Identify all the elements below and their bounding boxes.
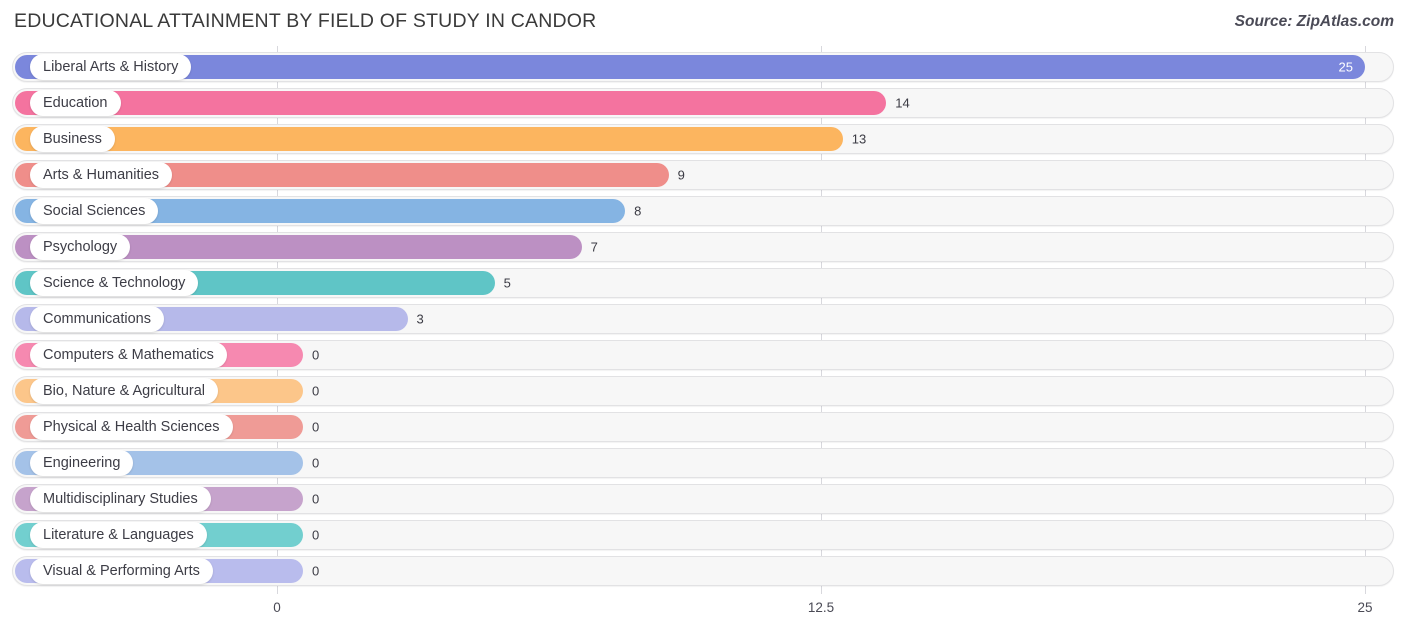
category-label: Science & Technology (43, 274, 186, 291)
category-label-pill: Computers & Mathematics (30, 342, 227, 368)
category-label: Visual & Performing Arts (43, 562, 200, 579)
chart-row[interactable]: 9 Arts & Humanities (12, 160, 1394, 190)
bar-value-label: 0 (312, 527, 320, 543)
category-label-pill: Engineering (30, 450, 134, 476)
category-label-pill: Communications (30, 306, 164, 332)
chart-row[interactable]: 5 Science & Technology (12, 268, 1394, 298)
bar-value-label: 0 (312, 347, 320, 363)
category-label-pill: Psychology (30, 234, 131, 260)
category-label-pill: Physical & Health Sciences (30, 414, 233, 440)
chart-row[interactable]: 0 Visual & Performing Arts (12, 556, 1394, 586)
bar-value-label: 3 (416, 311, 424, 327)
category-label: Physical & Health Sciences (43, 418, 220, 435)
category-label-pill: Bio, Nature & Agricultural (30, 378, 218, 404)
category-label-pill: Visual & Performing Arts (30, 558, 213, 584)
chart-row[interactable]: 13 Business (12, 124, 1394, 154)
category-label: Social Sciences (43, 202, 146, 219)
bar-value-label: 5 (503, 275, 511, 291)
category-label: Arts & Humanities (43, 166, 160, 183)
category-label-pill: Social Sciences (30, 198, 159, 224)
chart-row[interactable]: 0 Engineering (12, 448, 1394, 478)
chart-row[interactable]: 0 Bio, Nature & Agricultural (12, 376, 1394, 406)
category-label: Computers & Mathematics (43, 346, 214, 363)
source-attribution: Source: ZipAtlas.com (1234, 13, 1394, 30)
bar-value-label: 0 (312, 419, 320, 435)
chart-page: EDUCATIONAL ATTAINMENT BY FIELD OF STUDY… (0, 0, 1406, 632)
bar-value-label: 7 (590, 239, 598, 255)
bar-value-label: 9 (677, 167, 685, 183)
plot-area: 25 Liberal Arts & History 14 Education 13 Bus… (0, 46, 1406, 594)
x-axis: 0 12.5 25 (0, 594, 1406, 632)
x-axis-tick: 25 (1357, 600, 1373, 615)
bar-value-label: 0 (312, 563, 320, 579)
x-axis-tick: 0 (273, 600, 281, 615)
bar-value-label: 0 (312, 491, 320, 507)
category-label: Multidisciplinary Studies (43, 490, 198, 507)
chart-row[interactable]: 0 Physical & Health Sciences (12, 412, 1394, 442)
bar[interactable]: 25 (15, 55, 1365, 79)
chart-row[interactable]: 7 Psychology (12, 232, 1394, 262)
bar[interactable] (15, 127, 843, 151)
category-label: Education (43, 94, 108, 111)
bar-value-label: 0 (312, 455, 320, 471)
category-label-pill: Education (30, 90, 121, 116)
category-label-pill: Literature & Languages (30, 522, 207, 548)
category-label: Liberal Arts & History (43, 58, 179, 75)
category-label: Business (43, 130, 102, 147)
chart-row[interactable]: 0 Literature & Languages (12, 520, 1394, 550)
category-label-pill: Liberal Arts & History (30, 54, 192, 80)
page-title: EDUCATIONAL ATTAINMENT BY FIELD OF STUDY… (14, 10, 597, 32)
bar-value-label: 13 (851, 131, 867, 147)
bar-value-label: 25 (1338, 59, 1353, 75)
category-label: Engineering (43, 454, 121, 471)
category-label: Psychology (43, 238, 118, 255)
chart-row[interactable]: 0 Computers & Mathematics (12, 340, 1394, 370)
chart-row[interactable]: 8 Social Sciences (12, 196, 1394, 226)
x-axis-tick: 12.5 (807, 600, 835, 615)
category-label-pill: Multidisciplinary Studies (30, 486, 211, 512)
chart-row[interactable]: 0 Multidisciplinary Studies (12, 484, 1394, 514)
category-label-pill: Business (30, 126, 115, 152)
chart-row[interactable]: 14 Education (12, 88, 1394, 118)
bar-value-label: 14 (895, 95, 910, 111)
category-label: Communications (43, 310, 151, 327)
category-label-pill: Arts & Humanities (30, 162, 173, 188)
chart-row[interactable]: 25 Liberal Arts & History (12, 52, 1394, 82)
category-label-pill: Science & Technology (30, 270, 199, 296)
bar[interactable] (15, 91, 887, 115)
bar-value-label: 8 (634, 203, 642, 219)
category-label: Literature & Languages (43, 526, 194, 543)
category-label: Bio, Nature & Agricultural (43, 382, 205, 399)
bar-value-label: 0 (312, 383, 320, 399)
chart-row[interactable]: 3 Communications (12, 304, 1394, 334)
